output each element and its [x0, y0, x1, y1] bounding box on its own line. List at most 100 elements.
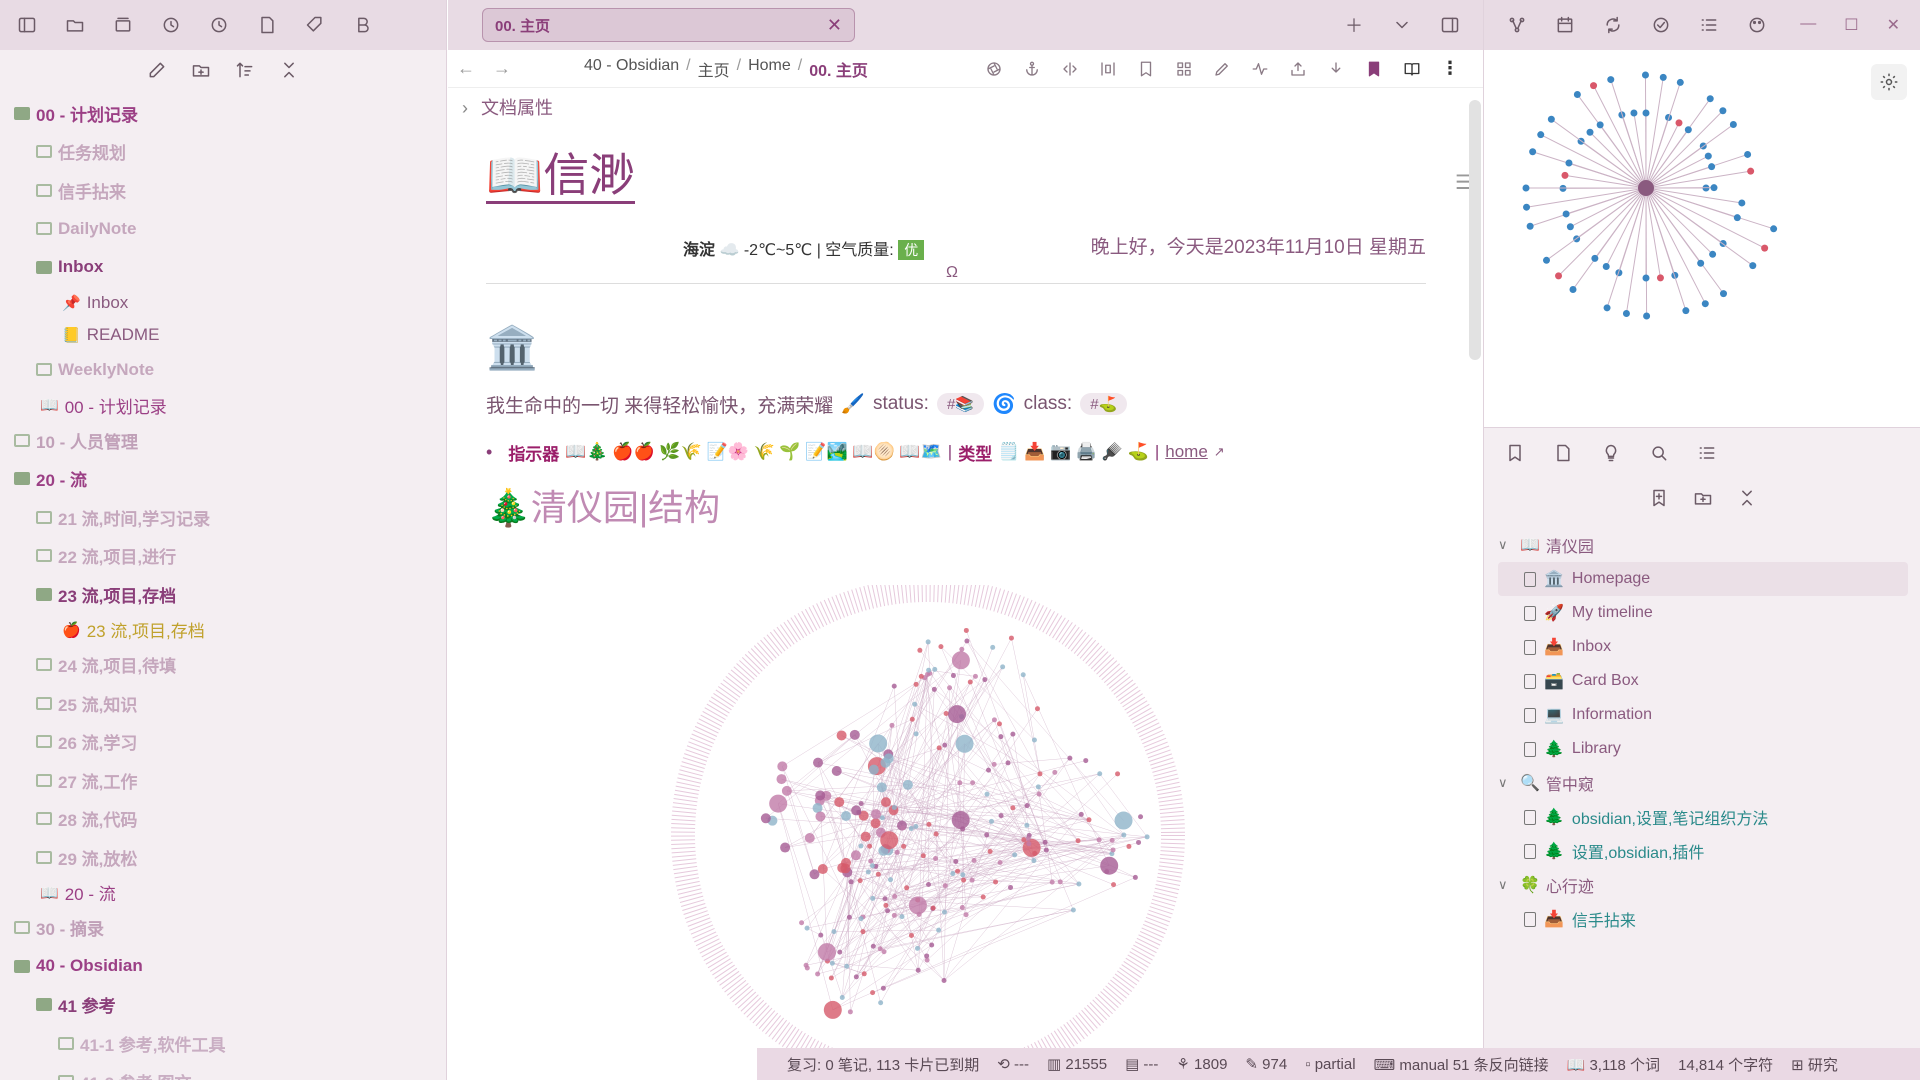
- graph-node[interactable]: [902, 779, 913, 790]
- graph-node[interactable]: [846, 914, 852, 920]
- graph-node[interactable]: [799, 920, 805, 926]
- graph-node[interactable]: [969, 877, 975, 883]
- graph-node[interactable]: [1076, 881, 1082, 887]
- graph-node[interactable]: [908, 825, 914, 831]
- graph-node[interactable]: [915, 967, 921, 973]
- folder-item[interactable]: 10 - 人员管理: [14, 421, 436, 460]
- bookmark-item[interactable]: 🌲 Library: [1498, 732, 1908, 766]
- graph-node[interactable]: [1100, 856, 1119, 875]
- graph-node[interactable]: [847, 1009, 853, 1015]
- new-folder-icon[interactable]: [188, 57, 214, 83]
- graph-node[interactable]: [963, 912, 969, 918]
- toggle-right-sidebar-icon[interactable]: [1437, 12, 1463, 38]
- calendar-icon[interactable]: [1552, 12, 1578, 38]
- graph-node[interactable]: [1704, 152, 1712, 160]
- graph-node[interactable]: [1596, 121, 1604, 129]
- graph-node[interactable]: [844, 963, 850, 969]
- graph-node[interactable]: [967, 679, 973, 685]
- graph-node[interactable]: [984, 791, 990, 797]
- graph-node[interactable]: [947, 705, 966, 724]
- graph-node[interactable]: [913, 824, 919, 830]
- graph-node[interactable]: [809, 869, 820, 880]
- graph-node[interactable]: [1000, 664, 1006, 670]
- graph-node[interactable]: [964, 638, 970, 644]
- chevron-down-icon[interactable]: ∨: [1498, 775, 1514, 791]
- breadcrumb-current[interactable]: 00. 主页: [809, 57, 868, 81]
- graph-node[interactable]: [925, 639, 931, 645]
- class-tag[interactable]: #⛳: [1080, 393, 1128, 416]
- graph-node[interactable]: [960, 826, 966, 832]
- close-window-icon[interactable]: ✕: [1887, 15, 1900, 35]
- graph-node[interactable]: [1562, 210, 1570, 218]
- graph-node[interactable]: [1590, 82, 1598, 90]
- graph-node[interactable]: [828, 975, 834, 981]
- graph-node[interactable]: [836, 730, 847, 741]
- graph-node[interactable]: [1067, 755, 1073, 761]
- bookmark-filled-icon[interactable]: [1361, 56, 1387, 82]
- graph-node[interactable]: [909, 716, 915, 722]
- graph-node[interactable]: [1109, 837, 1115, 843]
- backlinks-status[interactable]: ⌨ manual 51 条反向链接: [1374, 1054, 1549, 1075]
- folder-item[interactable]: 41 参考: [14, 986, 436, 1025]
- graph-node[interactable]: [1684, 126, 1692, 134]
- graph-node[interactable]: [867, 843, 873, 849]
- file-item[interactable]: 📒 README: [14, 319, 436, 351]
- graph-node[interactable]: [1642, 109, 1650, 117]
- graph-node[interactable]: [870, 990, 876, 996]
- graph-node[interactable]: [1114, 811, 1133, 830]
- mode-status[interactable]: ⊞ 研究: [1791, 1054, 1838, 1075]
- graph-node[interactable]: [868, 764, 879, 775]
- status-item[interactable]: ▤ ---: [1125, 1055, 1158, 1073]
- status-item[interactable]: ⟲ ---: [997, 1055, 1029, 1073]
- graph-node[interactable]: [1709, 250, 1717, 258]
- folder-item[interactable]: 40 - Obsidian: [14, 947, 436, 986]
- graph-node[interactable]: [1569, 285, 1577, 293]
- graph-node[interactable]: [880, 985, 886, 991]
- graph-node[interactable]: [891, 805, 897, 811]
- graph-node[interactable]: [870, 895, 876, 901]
- gear-icon[interactable]: [1871, 64, 1907, 100]
- reading-view-icon[interactable]: [1399, 56, 1425, 82]
- graph-node[interactable]: [1075, 838, 1081, 844]
- graph-node[interactable]: [1603, 304, 1611, 312]
- graph-center-node[interactable]: [1638, 180, 1654, 196]
- columns-icon[interactable]: [1095, 56, 1121, 82]
- graph-node[interactable]: [1708, 163, 1716, 171]
- chevron-down-icon[interactable]: [1389, 12, 1415, 38]
- graph-node[interactable]: [1010, 805, 1016, 811]
- graph-node[interactable]: [1591, 254, 1599, 262]
- graph-node[interactable]: [1052, 769, 1058, 775]
- graph-node[interactable]: [950, 673, 956, 679]
- graph-node[interactable]: [869, 863, 875, 869]
- folder-item[interactable]: 22 流,项目,进行: [14, 537, 436, 576]
- graph-node[interactable]: [955, 868, 961, 874]
- graph-node[interactable]: [841, 811, 852, 822]
- collapse-all-icon[interactable]: [276, 57, 302, 83]
- graph-node[interactable]: [901, 843, 907, 849]
- status-tag[interactable]: #📚: [936, 393, 984, 416]
- graph-node[interactable]: [889, 722, 895, 728]
- graph-node[interactable]: [891, 683, 897, 689]
- graph-node[interactable]: [926, 821, 932, 827]
- graph-node[interactable]: [953, 858, 959, 864]
- graph-node[interactable]: [1565, 159, 1573, 167]
- sort-icon[interactable]: [232, 57, 258, 83]
- graph-node[interactable]: [880, 831, 899, 850]
- graph-node[interactable]: [804, 832, 815, 843]
- status-item[interactable]: ▥ 21555: [1047, 1055, 1107, 1073]
- graph-node[interactable]: [804, 965, 810, 971]
- bookmark-item[interactable]: 🏛️ Homepage: [1498, 562, 1908, 596]
- breadcrumb-item[interactable]: Home: [748, 57, 791, 81]
- graph-node[interactable]: [1526, 222, 1534, 230]
- graph-node[interactable]: [957, 780, 963, 786]
- folder-item[interactable]: Inbox: [14, 248, 436, 287]
- graph-node[interactable]: [1126, 843, 1132, 849]
- outline-list-icon[interactable]: [1694, 440, 1720, 466]
- graph-node[interactable]: [942, 883, 948, 889]
- graph-node[interactable]: [931, 686, 937, 692]
- graph-node[interactable]: [861, 971, 867, 977]
- graph-node[interactable]: [1602, 263, 1610, 271]
- graph-node[interactable]: [882, 896, 888, 902]
- file-item[interactable]: 📌 Inbox: [14, 287, 436, 319]
- sync-icon[interactable]: [1600, 12, 1626, 38]
